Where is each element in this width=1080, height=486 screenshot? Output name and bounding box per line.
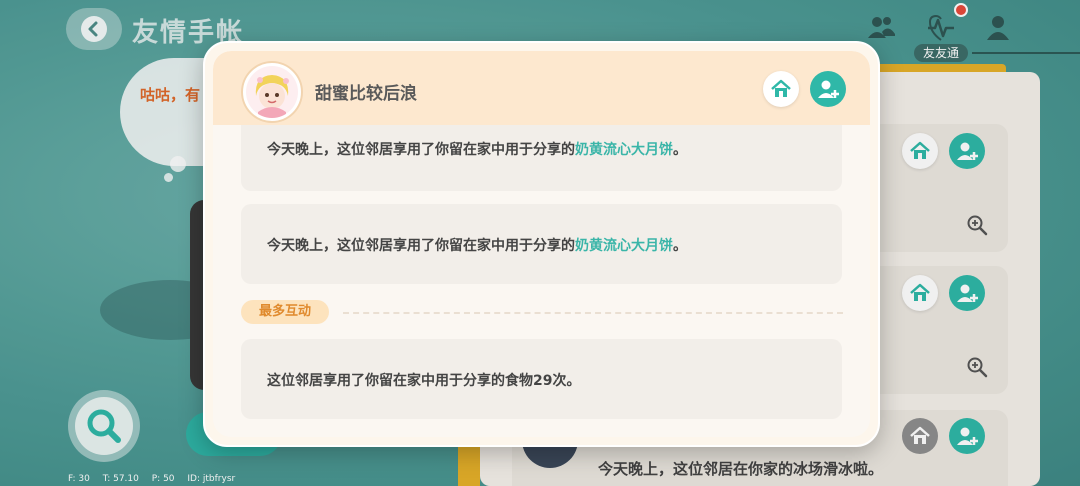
home-icon: [771, 79, 791, 97]
message-suffix: 。: [673, 142, 687, 158]
message-prefix: 今天晚上，这位邻居享用了你留在家中用于分享的: [267, 142, 575, 158]
food-highlight: 奶黄流心大月饼: [575, 142, 673, 158]
modal-body: 甜蜜比较后浪 今天晚上，这位邻居享用了你留在家中用于分享的奶黄流心大月饼。 今天…: [213, 51, 870, 437]
visit-home-button[interactable]: [763, 71, 799, 107]
modal-header: 甜蜜比较后浪: [213, 51, 870, 125]
user-name: 甜蜜比较后浪: [315, 84, 417, 104]
list-item: 今天晚上，这位邻居享用了你留在家中用于分享的奶黄流心大月饼。: [241, 204, 842, 284]
message-suffix: 。: [673, 238, 687, 254]
top-interaction-text: 这位邻居享用了你留在家中用于分享的食物29次。: [267, 373, 581, 389]
avatar: [243, 63, 301, 121]
message-prefix: 今天晚上，这位邻居享用了你留在家中用于分享的: [267, 238, 575, 254]
add-friend-icon: [818, 80, 839, 98]
friend-detail-modal: 甜蜜比较后浪 今天晚上，这位邻居享用了你留在家中用于分享的奶黄流心大月饼。 今天…: [203, 41, 880, 447]
food-highlight: 奶黄流心大月饼: [575, 238, 673, 254]
section-divider: [343, 312, 843, 314]
section-label: 最多互动: [241, 300, 330, 324]
message-text: 今天晚上，这位邻居享用了你留在家中用于分享的奶黄流心大月饼。: [267, 235, 687, 255]
add-friend-button[interactable]: [810, 71, 846, 107]
list-item: 这位邻居享用了你留在家中用于分享的食物29次。: [241, 339, 842, 419]
message-text: 今天晚上，这位邻居享用了你留在家中用于分享的奶黄流心大月饼。: [267, 139, 687, 159]
